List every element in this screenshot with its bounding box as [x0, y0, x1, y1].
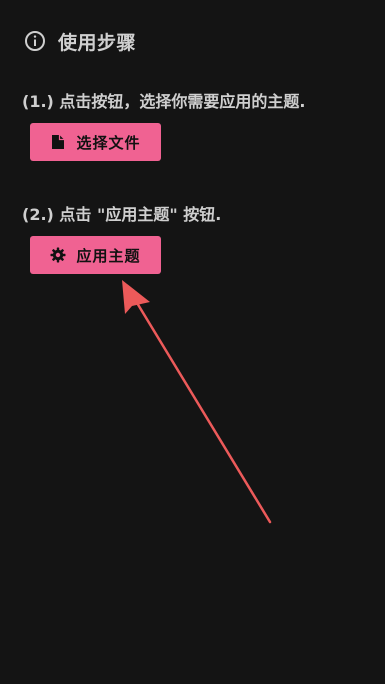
panel-title: 使用步骤 [58, 31, 137, 54]
panel-header: 使用步骤 [24, 28, 136, 54]
step-2-label: (2.) 点击 "应用主题" 按钮. [22, 205, 222, 224]
info-circle-icon [24, 30, 46, 52]
select-file-button-label: 选择文件 [76, 133, 141, 152]
apply-theme-button-label: 应用主题 [76, 246, 141, 265]
apply-theme-button[interactable]: 应用主题 [30, 236, 161, 274]
gear-icon [50, 247, 66, 263]
file-icon [50, 134, 66, 150]
select-file-button[interactable]: 选择文件 [30, 123, 161, 161]
step-1-label: (1.) 点击按钮，选择你需要应用的主题. [22, 92, 306, 111]
instructions-panel: 使用步骤 (1.) 点击按钮，选择你需要应用的主题. 选择文件 (2.) 点击 … [0, 0, 385, 684]
